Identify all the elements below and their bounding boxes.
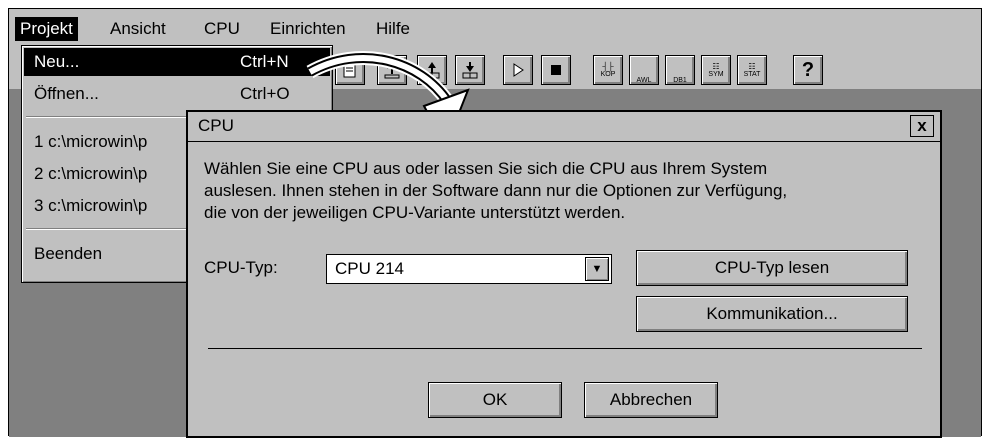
menu-item-new-label: Neu... — [34, 52, 80, 71]
cpu-dialog: CPU x Wählen Sie eine CPU aus oder lasse… — [186, 110, 942, 438]
menu-bar: Projekt Ansicht CPU Einrichten Hilfe — [9, 9, 981, 43]
kop-icon[interactable]: ┤├ KOP — [593, 55, 623, 85]
help-icon[interactable]: ? — [793, 55, 823, 85]
db1-icon[interactable]: DB1 — [665, 55, 695, 85]
menu-item-exit-label: Beenden — [34, 244, 103, 263]
menu-item-new-accel: Ctrl+N — [240, 52, 289, 71]
stat-icon[interactable]: ☷ STAT — [737, 55, 767, 85]
db1-label: DB1 — [673, 77, 687, 84]
cpu-type-select[interactable]: CPU 214 ▼ — [326, 254, 612, 284]
awl-label: AWL — [636, 77, 652, 84]
recent-file-label: 3 c:\microwin\p — [34, 196, 148, 215]
menu-ansicht[interactable]: Ansicht — [105, 17, 171, 41]
menu-cpu[interactable]: CPU — [199, 17, 245, 41]
cancel-button[interactable]: Abbrechen — [584, 382, 718, 418]
menu-item-open[interactable]: Öffnen... Ctrl+O — [24, 80, 330, 108]
communication-button[interactable]: Kommunikation... — [636, 296, 908, 332]
dialog-title-bar: CPU x — [188, 112, 940, 142]
cpu-type-value: CPU 214 — [335, 259, 404, 278]
kop-label: KOP — [600, 70, 616, 78]
description-line: die von der jeweiligen CPU-Variante unte… — [204, 203, 626, 222]
recent-file-label: 2 c:\microwin\p — [34, 164, 148, 183]
menu-einrichten[interactable]: Einrichten — [265, 17, 351, 41]
divider — [208, 348, 922, 349]
description-line: Wählen Sie eine CPU aus oder lassen Sie … — [204, 159, 768, 178]
description-line: auslesen. Ihnen stehen in der Software d… — [204, 181, 788, 200]
cpu-type-label: CPU-Typ: — [204, 258, 278, 277]
stat-label: STAT — [743, 70, 761, 78]
menu-item-open-label: Öffnen... — [34, 84, 99, 103]
recent-file-label: 1 c:\microwin\p — [34, 132, 148, 151]
dialog-description: Wählen Sie eine CPU aus oder lassen Sie … — [204, 158, 934, 224]
menu-projekt[interactable]: Projekt — [15, 17, 78, 41]
run-icon[interactable] — [503, 55, 533, 85]
menu-item-open-accel: Ctrl+O — [240, 84, 290, 103]
sym-icon[interactable]: ☷ SYM — [701, 55, 731, 85]
stop-icon[interactable] — [541, 55, 571, 85]
awl-icon[interactable]: AWL — [629, 55, 659, 85]
menu-item-new[interactable]: Neu... Ctrl+N — [24, 48, 330, 76]
ok-button[interactable]: OK — [428, 382, 562, 418]
close-button[interactable]: x — [910, 115, 934, 137]
sym-label: SYM — [708, 70, 724, 78]
chevron-down-icon[interactable]: ▼ — [585, 257, 609, 281]
dialog-title: CPU — [198, 116, 234, 135]
read-cpu-type-button[interactable]: CPU-Typ lesen — [636, 250, 908, 286]
menu-hilfe[interactable]: Hilfe — [371, 17, 415, 41]
